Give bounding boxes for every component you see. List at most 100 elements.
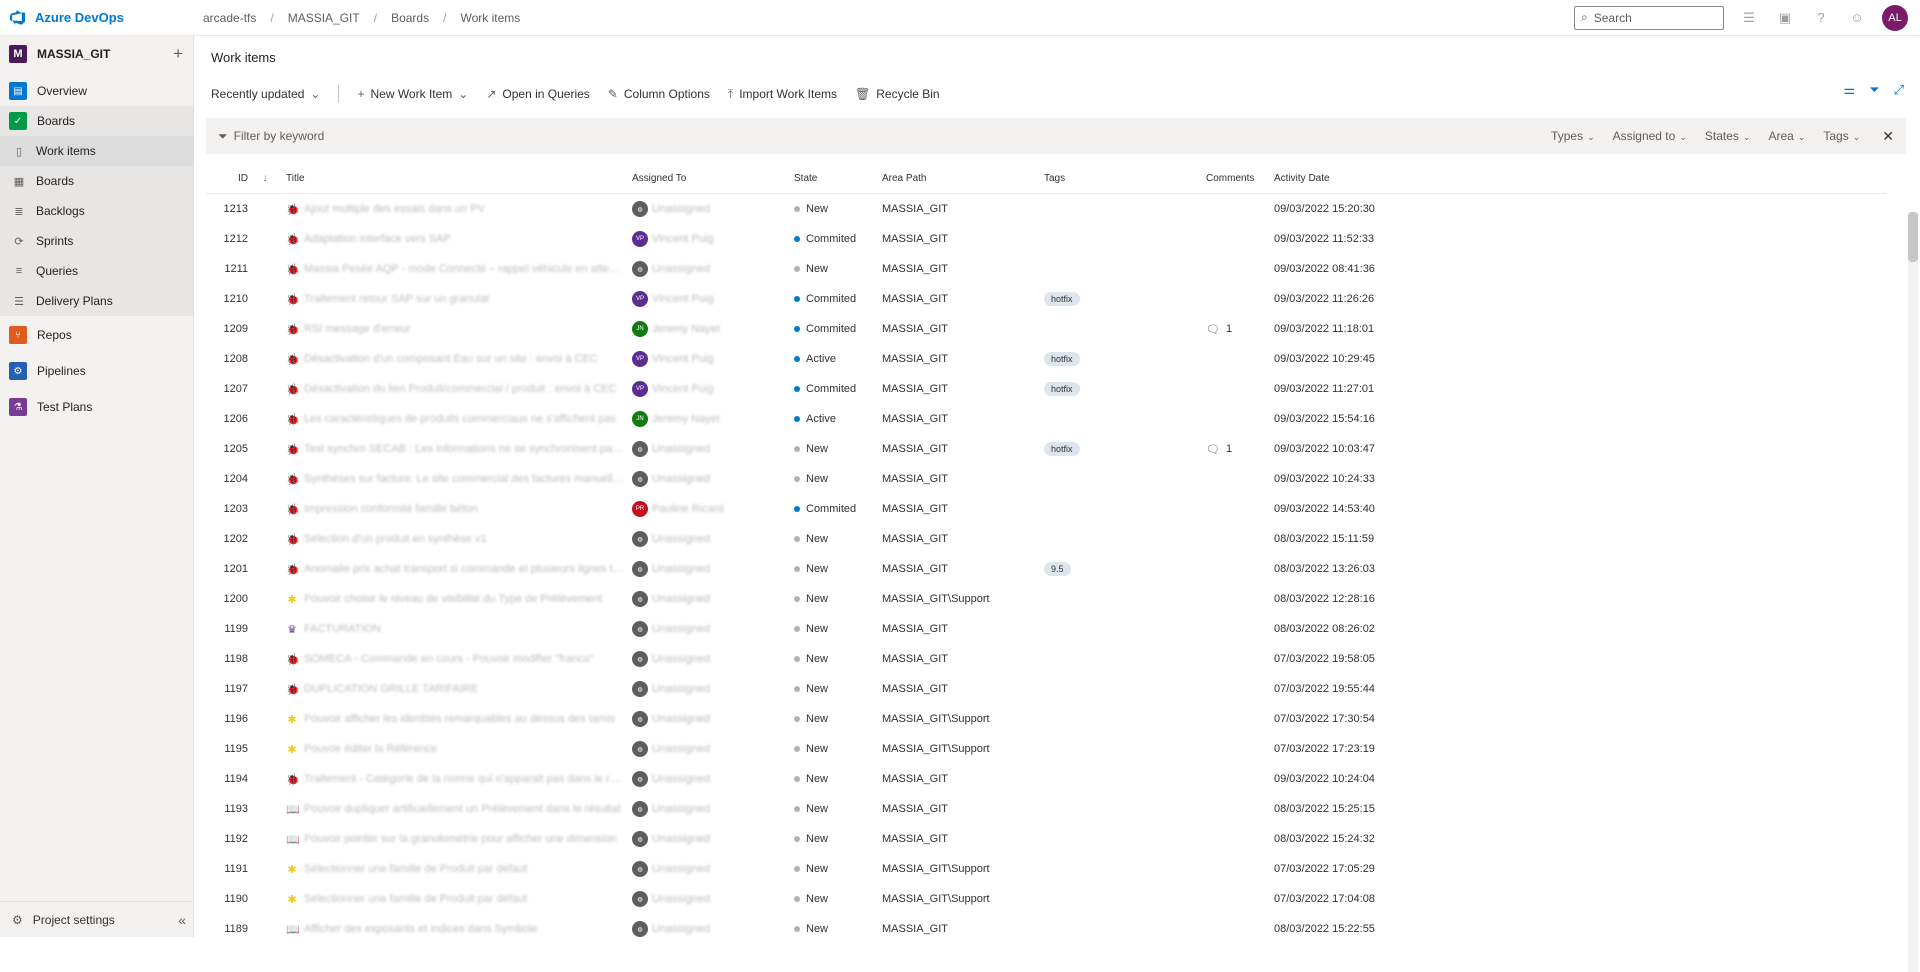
nav-backlogs[interactable]: ≣ Backlogs — [0, 196, 193, 226]
work-item-title-link[interactable]: Désactivation du lien Produit/commercial… — [304, 383, 616, 395]
brand-link[interactable]: Azure DevOps — [0, 9, 195, 26]
cell-title[interactable]: 🐞 Massia Pesée AQP - mode Connecté – rapp… — [282, 263, 632, 276]
cell-title[interactable]: 🐞 Sélection d'un produit en synthèse v1 — [282, 533, 632, 546]
user-settings-icon[interactable]: ☺ — [1846, 7, 1868, 29]
cell-title[interactable]: 🐞 DUPLICATION GRILLE TARIFAIRE — [282, 683, 632, 696]
work-item-title-link[interactable]: Test synchro SECAB : Les informations ne… — [304, 443, 624, 455]
table-row[interactable]: 1208 🐞 Désactivation d'un composant Eau su… — [206, 344, 1886, 374]
help-icon[interactable]: ? — [1810, 7, 1832, 29]
table-row[interactable]: 1198 🐞 SOMECA - Commande en cours - Pouvoi… — [206, 644, 1886, 674]
cell-title[interactable]: 🐞 SOMECA - Commande en cours - Pouvoir mo… — [282, 653, 632, 666]
work-item-title-link[interactable]: Pouvoir éditer la Référence — [304, 743, 437, 755]
recycle-bin-button[interactable]: 🗑 Recycle Bin — [855, 87, 940, 101]
work-item-title-link[interactable]: Impression conformité famille béton — [304, 503, 478, 515]
tag-pill[interactable]: hotfix — [1044, 352, 1080, 366]
table-row[interactable]: 1205 🐞 Test synchro SECAB : Les informatio… — [206, 434, 1886, 464]
breadcrumb-boards[interactable]: Boards — [391, 11, 429, 25]
project-header[interactable]: M MASSIA_GIT + — [0, 36, 193, 72]
table-row[interactable]: 1194 🐞 Traitement - Catégorie de la norme … — [206, 764, 1886, 794]
work-item-title-link[interactable]: Désactivation d'un composant Eau sur un … — [304, 353, 598, 365]
column-options-button[interactable]: ✎ Column Options — [608, 87, 710, 101]
table-row[interactable]: 1195 ✱ Pouvoir éditer la Référence ◍ Unassig… — [206, 734, 1886, 764]
filter-icon[interactable]: ⏷ — [1869, 82, 1879, 98]
nav-work-items[interactable]: ▯ Work items — [0, 136, 193, 166]
table-row[interactable]: 1196 ✱ Pouvoir afficher les identités rema… — [206, 704, 1886, 734]
assigned-to-filter[interactable]: Assigned to ⌄ — [1613, 129, 1687, 143]
cell-title[interactable]: 🐞 Désactivation du lien Produit/commercia… — [282, 383, 632, 396]
table-row[interactable]: 1197 🐞 DUPLICATION GRILLE TARIFAIRE ◍ Unassi… — [206, 674, 1886, 704]
collapse-nav-icon[interactable]: « — [178, 912, 186, 928]
work-item-title-link[interactable]: Traitement - Catégorie de la norme qui n… — [304, 773, 624, 785]
cell-title[interactable]: 🐞 Traitement - Catégorie de la norme qui … — [282, 773, 632, 786]
open-in-queries-button[interactable]: ↗ Open in Queries — [486, 87, 589, 101]
nav-test-plans[interactable]: ⚗ Test Plans — [0, 392, 193, 422]
table-row[interactable]: 1206 🐞 Les caractéristiques de produits co… — [206, 404, 1886, 434]
settings-list-icon[interactable]: ☰ — [1738, 7, 1760, 29]
breadcrumb-project[interactable]: MASSIA_GIT — [288, 11, 360, 25]
marketplace-bag-icon[interactable]: ▣ — [1774, 7, 1796, 29]
close-filter-icon[interactable]: ✕ — [1882, 128, 1894, 145]
table-row[interactable]: 1201 🐞 Anomalie prix achat transport si co… — [206, 554, 1886, 584]
nav-boards[interactable]: ✓ Boards — [0, 106, 193, 136]
table-row[interactable]: 1203 🐞 Impression conformité famille béton… — [206, 494, 1886, 524]
nav-sprints[interactable]: ⟳ Sprints — [0, 226, 193, 256]
cell-title[interactable]: 📖 Pouvoir dupliquer artificiellement un P… — [282, 803, 632, 816]
user-avatar[interactable]: AL — [1882, 4, 1908, 31]
work-item-title-link[interactable]: Massia Pesée AQP - mode Connecté – rappe… — [304, 263, 624, 275]
work-item-title-link[interactable]: Sélectionner une famille de Produit par … — [304, 863, 527, 875]
table-row[interactable]: 1211 🐞 Massia Pesée AQP - mode Connecté – … — [206, 254, 1886, 284]
tag-pill[interactable]: hotfix — [1044, 442, 1080, 456]
nav-repos[interactable]: ⑂ Repos — [0, 320, 193, 350]
fullscreen-icon[interactable]: ⤢ — [1894, 82, 1904, 98]
keyword-filter-input[interactable]: Filter by keyword — [234, 129, 325, 143]
vertical-scrollbar[interactable] — [1908, 212, 1918, 972]
nav-pipelines[interactable]: ⚙ Pipelines — [0, 356, 193, 386]
table-row[interactable]: 1191 ✱ Sélectionner une famille de Produit… — [206, 854, 1886, 884]
table-row[interactable]: 1209 🐞 RSI message d'erreur JN Jeremy Nayet C… — [206, 314, 1886, 344]
types-filter[interactable]: Types ⌄ — [1551, 129, 1595, 143]
work-item-title-link[interactable]: Pouvoir afficher les identités remarquab… — [304, 713, 615, 725]
table-row[interactable]: 1199 ♛ FACTURATION ◍ Unassigned New MASSIA_GIT… — [206, 614, 1886, 644]
work-item-title-link[interactable]: Ajout multiple des essais dans un PV — [304, 203, 485, 215]
work-item-title-link[interactable]: DUPLICATION GRILLE TARIFAIRE — [304, 683, 478, 695]
project-settings[interactable]: ⚙ Project settings « — [0, 901, 194, 937]
nav-delivery-plans[interactable]: ☰ Delivery Plans — [0, 286, 193, 316]
column-header-tags[interactable]: Tags — [1044, 173, 1206, 184]
column-header-id[interactable]: ID — [206, 173, 248, 184]
breadcrumb-org[interactable]: arcade-tfs — [203, 11, 256, 25]
sort-descending-icon[interactable]: ↓ — [248, 173, 282, 184]
column-header-comments[interactable]: Comments — [1206, 173, 1274, 184]
cell-title[interactable]: ✱ Sélectionner une famille de Produit par… — [282, 863, 632, 876]
new-work-item-button[interactable]: + New Work Item ⌄ — [357, 87, 468, 101]
work-item-title-link[interactable]: Anomalie prix achat transport si command… — [304, 563, 624, 575]
column-header-state[interactable]: State — [794, 173, 882, 184]
scrollbar-thumb[interactable] — [1908, 212, 1918, 262]
column-header-title[interactable]: Title — [282, 173, 632, 184]
table-row[interactable]: 1192 📖 Pouvoir pointer sur la granulométri… — [206, 824, 1886, 854]
cell-title[interactable]: 🐞 Les caractéristiques de produits commer… — [282, 413, 632, 426]
area-filter[interactable]: Area ⌄ — [1768, 129, 1805, 143]
work-item-title-link[interactable]: Synthèses sur facture: Le site commercia… — [304, 473, 624, 485]
table-row[interactable]: 1204 🐞 Synthèses sur facture: Le site comm… — [206, 464, 1886, 494]
breadcrumb-work-items[interactable]: Work items — [460, 11, 520, 25]
work-item-title-link[interactable]: Pouvoir pointer sur la granulométrie pou… — [304, 833, 617, 845]
cell-title[interactable]: 🐞 Traitement retour SAP sur un granulat — [282, 293, 632, 306]
view-selector[interactable]: Recently updated ⌄ — [211, 87, 320, 101]
table-row[interactable]: 1190 ✱ Sélectionner une famille de Produit… — [206, 884, 1886, 914]
cell-title[interactable]: ♛ FACTURATION — [282, 623, 632, 636]
cell-title[interactable]: 🐞 Désactivation d'un composant Eau sur un… — [282, 353, 632, 366]
table-row[interactable]: 1189 📖 Afficher des exposants et indices d… — [206, 914, 1886, 944]
nav-sub-boards[interactable]: ▦ Boards — [0, 166, 193, 196]
tags-filter[interactable]: Tags ⌄ — [1823, 129, 1860, 143]
cell-title[interactable]: 🐞 Synthèses sur facture: Le site commerci… — [282, 473, 632, 486]
table-row[interactable]: 1213 🐞 Ajout multiple des essais dans un P… — [206, 194, 1886, 224]
work-item-title-link[interactable]: Sélection d'un produit en synthèse v1 — [304, 533, 487, 545]
cell-title[interactable]: 🐞 Test synchro SECAB : Les informations n… — [282, 443, 632, 456]
work-item-title-link[interactable]: Traitement retour SAP sur un granulat — [304, 293, 489, 305]
cell-title[interactable]: 🐞 Ajout multiple des essais dans un PV — [282, 203, 632, 216]
work-item-title-link[interactable]: Les caractéristiques de produits commerc… — [304, 413, 616, 425]
cell-title[interactable]: ✱ Pouvoir éditer la Référence — [282, 743, 632, 756]
add-icon[interactable]: + — [173, 44, 183, 64]
nav-overview[interactable]: ▤ Overview — [0, 76, 193, 106]
tag-pill[interactable]: hotfix — [1044, 382, 1080, 396]
